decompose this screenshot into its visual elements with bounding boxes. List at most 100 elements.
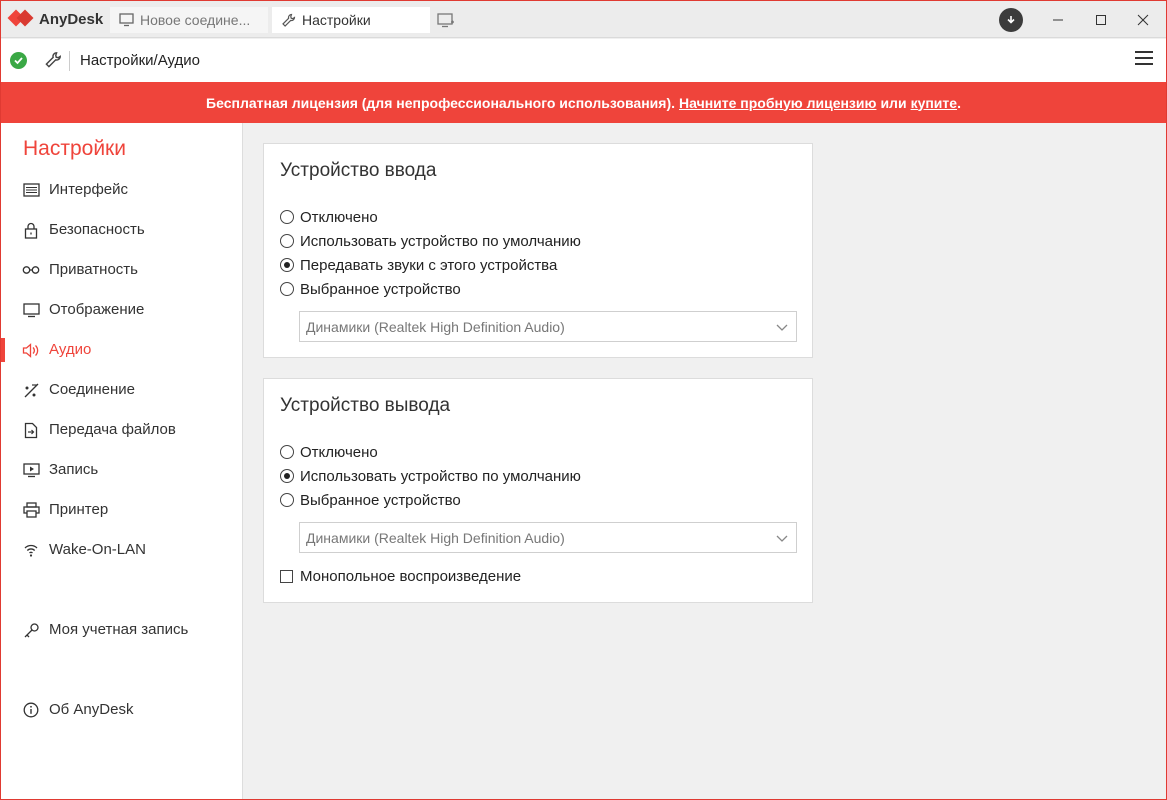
lock-icon [22,221,40,239]
chevron-down-icon [776,324,788,331]
speaker-icon [22,341,40,359]
file-transfer-icon [22,421,40,439]
hamburger-icon [1135,51,1153,65]
input-option-disabled[interactable]: Отключено [280,207,378,227]
sidebar-item-printer[interactable]: Принтер [1,490,242,530]
sidebar-item-privacy[interactable]: Приватность [1,250,242,290]
settings-sidebar: Настройки Интерфейс Безопасность Приватн… [1,123,243,799]
radio-label: Использовать устройство по умолчанию [300,232,581,250]
close-icon [1137,14,1149,26]
close-button[interactable] [1128,7,1158,33]
minimize-icon [1053,19,1063,21]
download-button[interactable] [999,8,1023,32]
sidebar-item-label: Wake-On-LAN [49,541,146,558]
sidebar-item-label: Безопасность [49,221,145,238]
sidebar-item-label: Аудио [49,341,92,358]
info-icon [22,701,40,719]
output-option-selected-device[interactable]: Выбранное устройство [280,490,461,510]
printer-icon [22,501,40,519]
connection-status-ok-icon [10,52,27,69]
recording-icon [22,461,40,479]
radio-label: Передавать звуки с этого устройства [300,256,558,274]
app-name: AnyDesk [39,10,104,28]
sidebar-item-label: Об AnyDesk [49,701,134,718]
radio-button-checked[interactable] [280,258,294,272]
add-screen-icon [437,13,454,28]
radio-label: Использовать устройство по умолчанию [300,467,581,485]
radio-button[interactable] [280,282,294,296]
wifi-icon [22,541,40,559]
sidebar-item-label: Отображение [49,301,145,318]
display-icon [22,301,40,319]
key-icon [22,621,40,639]
main-menu-button[interactable] [1135,51,1153,69]
output-option-disabled[interactable]: Отключено [280,442,378,462]
sidebar-item-label: Моя учетная запись [49,621,189,638]
license-text: Бесплатная лицензия (для непрофессиональ… [206,94,676,111]
sidebar-item-audio[interactable]: Аудио [1,330,242,370]
glasses-icon [22,261,40,279]
sidebar-item-my-account[interactable]: Моя учетная запись [1,610,242,650]
anydesk-window: AnyDesk Новое соедине... Настройки Настр… [0,0,1167,800]
output-device-select[interactable]: Динамики (Realtek High Definition Audio) [299,522,797,553]
banner-end: . [957,94,961,111]
sidebar-item-wake-on-lan[interactable]: Wake-On-LAN [1,530,242,570]
radio-label: Отключено [300,443,378,461]
radio-button[interactable] [280,234,294,248]
maximize-button[interactable] [1086,7,1116,33]
sidebar-item-security[interactable]: Безопасность [1,210,242,250]
radio-label: Выбранное устройство [300,491,461,509]
license-banner: Бесплатная лицензия (для непрофессиональ… [1,82,1166,123]
output-device-panel: Устройство вывода Отключено Использовать… [263,378,813,603]
minimize-button[interactable] [1043,7,1073,33]
connection-icon [22,381,40,399]
interface-icon [22,181,40,199]
sidebar-item-label: Приватность [49,261,138,278]
sidebar-item-connection[interactable]: Соединение [1,370,242,410]
input-device-title: Устройство ввода [280,160,437,181]
app-logo: AnyDesk [7,9,104,29]
tab-new-connection[interactable]: Новое соедине... [110,7,268,33]
wrench-icon [44,51,62,69]
chevron-down-icon [776,535,788,542]
address-path[interactable]: Настройки/Аудио [80,52,200,69]
title-bar: AnyDesk Новое соедине... Настройки [1,1,1166,38]
exclusive-playback-checkbox[interactable] [280,569,293,583]
anydesk-logo-icon [7,9,35,29]
input-option-selected-device[interactable]: Выбранное устройство [280,279,461,299]
output-option-default-device[interactable]: Использовать устройство по умолчанию [280,466,581,486]
wrench-icon [280,12,296,28]
input-option-transmit-this-device[interactable]: Передавать звуки с этого устройства [280,255,557,275]
or-text: или [880,94,907,111]
checkbox-label: Монопольное воспроизведение [300,567,522,585]
sidebar-title: Настройки [23,137,126,160]
sidebar-item-recording[interactable]: Запись [1,450,242,490]
input-device-select[interactable]: Динамики (Realtek High Definition Audio) [299,311,797,342]
input-option-default-device[interactable]: Использовать устройство по умолчанию [280,231,581,251]
sidebar-item-label: Соединение [49,381,135,398]
download-icon [1007,16,1015,24]
radio-button[interactable] [280,493,294,507]
radio-label: Выбранное устройство [300,280,461,298]
sidebar-item-label: Передача файлов [49,421,176,438]
sidebar-item-label: Запись [49,461,99,478]
sidebar-item-interface[interactable]: Интерфейс [1,170,242,210]
radio-button[interactable] [280,445,294,459]
output-device-title: Устройство вывода [280,395,451,416]
radio-button-checked[interactable] [280,469,294,483]
address-bar: Настройки/Аудио [1,39,1166,82]
trial-license-link[interactable]: Начните пробную лицензию [679,95,876,111]
exclusive-playback-option[interactable]: Монопольное воспроизведение [280,566,521,586]
new-tab-button[interactable] [437,12,455,28]
sidebar-item-label: Принтер [49,501,109,518]
select-value: Динамики (Realtek High Definition Audio) [306,529,565,546]
sidebar-item-about[interactable]: Об AnyDesk [1,690,242,730]
address-separator [69,51,70,71]
tab-settings[interactable]: Настройки [272,7,430,33]
input-device-panel: Устройство ввода Отключено Использовать … [263,143,813,358]
radio-button[interactable] [280,210,294,224]
monitor-icon [118,12,134,28]
sidebar-item-file-transfer[interactable]: Передача файлов [1,410,242,450]
buy-link[interactable]: купите [911,95,958,111]
sidebar-item-display[interactable]: Отображение [1,290,242,330]
